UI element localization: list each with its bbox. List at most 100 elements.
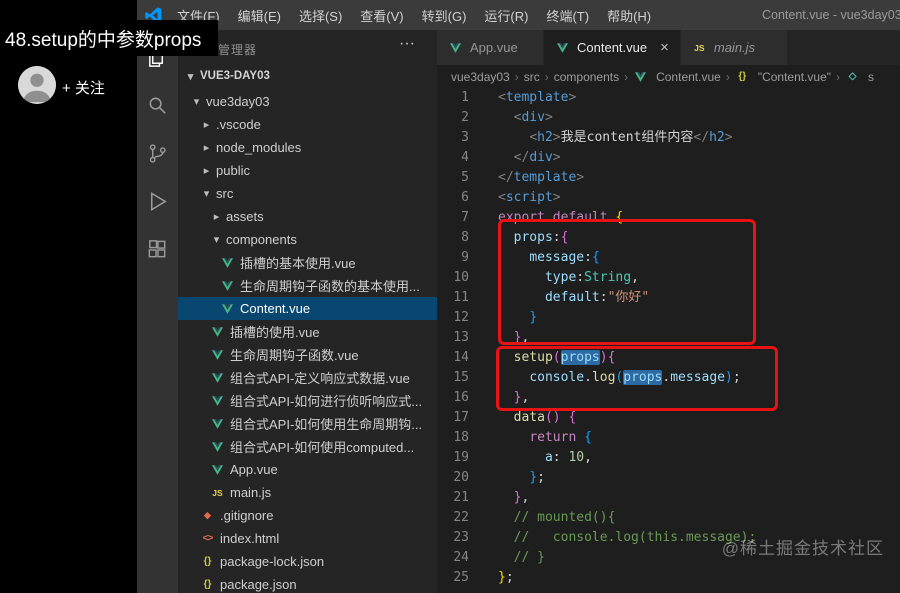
code-line: </div> xyxy=(513,150,561,165)
tab-App.vue[interactable]: App.vue xyxy=(437,30,543,65)
json-icon: {} xyxy=(203,556,212,567)
tree-item-label: .vscode xyxy=(216,117,261,132)
line-number: 10 xyxy=(453,270,469,285)
tree-item[interactable]: 组合式API-如何使用computed... xyxy=(178,435,437,458)
tree-item[interactable]: 组合式API-如何进行侦听响应式... xyxy=(178,389,437,412)
code-line: }; xyxy=(529,470,545,485)
tree-item[interactable]: ▸ .vscode xyxy=(178,113,437,136)
tree-item[interactable]: {} package.json xyxy=(178,573,437,593)
line-number: 21 xyxy=(453,490,469,505)
menu-item[interactable]: 帮助(H) xyxy=(598,6,660,25)
tree-item[interactable]: ▸ assets xyxy=(178,205,437,228)
breadcrumb-item[interactable]: {} "Content.vue" xyxy=(735,70,831,84)
tree-item[interactable]: 插槽的使用.vue xyxy=(178,320,437,343)
line-number: 9 xyxy=(461,250,469,265)
menu-item[interactable]: 查看(V) xyxy=(351,6,412,25)
tree-item-label: 插槽的使用.vue xyxy=(230,325,320,340)
tree-item-label: package.json xyxy=(220,577,297,592)
tree-item[interactable]: JS main.js xyxy=(178,481,437,504)
code-lines: <template> <div> <h2>我是content组件内容</h2> … xyxy=(485,88,756,593)
line-number: 13 xyxy=(453,330,469,345)
breadcrumb-item[interactable]: ◇ s xyxy=(845,70,874,84)
tree-item[interactable]: App.vue xyxy=(178,458,437,481)
menu-bar: 文件(F) 编辑(E) 选择(S) 查看(V) 转到(G) 运行(R) 终端(T) 帮助(H)… xyxy=(137,0,900,30)
line-number: 16 xyxy=(453,390,469,405)
breadcrumb-item-label: s xyxy=(868,69,875,84)
follow-button[interactable]: + 关注 xyxy=(62,77,105,98)
tree-item[interactable]: 组合式API-定义响应式数据.vue xyxy=(178,366,437,389)
menu-item[interactable]: 运行(R) xyxy=(475,6,537,25)
code-line: // console.log(this.message); xyxy=(513,530,757,545)
breadcrumb-separator-icon: › xyxy=(836,69,841,84)
search-icon[interactable] xyxy=(145,92,171,118)
tree-item[interactable]: ▾ vue3day03 xyxy=(178,90,437,113)
menu-item[interactable]: 编辑(E) xyxy=(229,6,290,25)
tree-item[interactable]: ◆ .gitignore xyxy=(178,504,437,527)
sym-icon: ◇ xyxy=(848,71,857,82)
tree-item[interactable]: ▾ src xyxy=(178,182,437,205)
avatar[interactable] xyxy=(18,66,56,104)
chevron-down-icon: ▾ xyxy=(187,70,194,83)
breadcrumb-item-label: vue3day03 xyxy=(451,69,510,84)
extensions-icon[interactable] xyxy=(145,236,171,262)
line-number: 11 xyxy=(453,290,469,305)
tree-item[interactable]: 组合式API-如何使用生命周期钩... xyxy=(178,412,437,435)
code-editor[interactable]: 1 2 3 4 5 6 7 8 9 10 11 12 13 14 15 16 17 18 19 20 21 22 23 24 2… xyxy=(437,88,900,593)
tree-item[interactable]: {} package-lock.json xyxy=(178,550,437,573)
tree-item-label: src xyxy=(216,186,234,201)
tree-root-label: VUE3-DAY03 xyxy=(200,70,270,82)
vue-icon xyxy=(633,71,648,82)
tree-item-label: node_modules xyxy=(216,140,302,155)
close-icon[interactable]: × xyxy=(660,39,669,56)
menu-item[interactable]: 转到(G) xyxy=(413,6,476,25)
tree-item[interactable]: <> index.html xyxy=(178,527,437,550)
menu-item[interactable]: 选择(S) xyxy=(290,6,351,25)
line-number: 15 xyxy=(453,370,469,385)
line-number: 4 xyxy=(461,150,469,165)
line-number: 19 xyxy=(453,450,469,465)
window-title: Content.vue - vue3day03 xyxy=(762,8,900,22)
menu-item[interactable]: 终端(T) xyxy=(537,6,598,25)
breadcrumb-item-label: "Content.vue" xyxy=(757,69,832,84)
code-line: default:"你好" xyxy=(544,290,650,305)
vue-icon xyxy=(220,257,235,268)
line-number: 6 xyxy=(461,190,469,205)
video-title: 48.setup的中参数props xyxy=(0,20,218,56)
vue-icon xyxy=(210,418,225,429)
breadcrumb-item[interactable]: components xyxy=(554,70,619,84)
tab-Content.vue[interactable]: Content.vue × xyxy=(544,30,680,65)
breadcrumb-item[interactable]: Content.vue xyxy=(633,70,721,84)
tab-main.js[interactable]: JS main.js xyxy=(680,30,787,65)
more-actions-icon[interactable]: ··· xyxy=(399,35,415,53)
tree-item[interactable]: 插槽的基本使用.vue xyxy=(178,251,437,274)
line-number: 25 xyxy=(453,570,469,585)
tree-item[interactable]: Content.vue xyxy=(178,297,437,320)
tree-root-item[interactable]: ▾ VUE3-DAY03 xyxy=(178,64,437,88)
chevron-down-icon: ▾ xyxy=(203,188,210,200)
breadcrumb-separator-icon: › xyxy=(624,69,629,84)
tree-item[interactable]: ▸ node_modules xyxy=(178,136,437,159)
json-icon: {} xyxy=(738,71,747,82)
code-line: export default { xyxy=(498,210,624,225)
tree-item-label: Content.vue xyxy=(240,301,311,316)
source-control-icon[interactable] xyxy=(145,140,171,166)
code-line: return { xyxy=(529,430,592,445)
tree-item[interactable]: 生命周期钩子函数的基本使用... xyxy=(178,274,437,297)
line-number: 24 xyxy=(453,550,469,565)
tree-item[interactable]: ▸ public xyxy=(178,159,437,182)
tree-item-label: assets xyxy=(226,209,264,224)
breadcrumb-item[interactable]: vue3day03 xyxy=(451,70,510,84)
gutter: 1 2 3 4 5 6 7 8 9 10 11 12 13 14 15 16 17 18 19 20 21 22 23 24 2… xyxy=(437,88,485,593)
code-line: }, xyxy=(513,490,530,505)
run-debug-icon[interactable] xyxy=(145,188,171,214)
tree-item-label: .gitignore xyxy=(220,508,274,523)
line-number: 12 xyxy=(453,310,469,325)
tree-item[interactable]: 生命周期钩子函数.vue xyxy=(178,343,437,366)
code-line: props:{ xyxy=(513,230,569,245)
tree-item-label: 组合式API-如何使用computed... xyxy=(230,440,415,455)
tree-item-label: package-lock.json xyxy=(220,554,325,569)
tree-item[interactable]: ▾ components xyxy=(178,228,437,251)
tree-item-label: 生命周期钩子函数的基本使用... xyxy=(240,279,420,294)
tree-item-label: vue3day03 xyxy=(206,94,270,109)
breadcrumb-item[interactable]: src xyxy=(524,70,540,84)
